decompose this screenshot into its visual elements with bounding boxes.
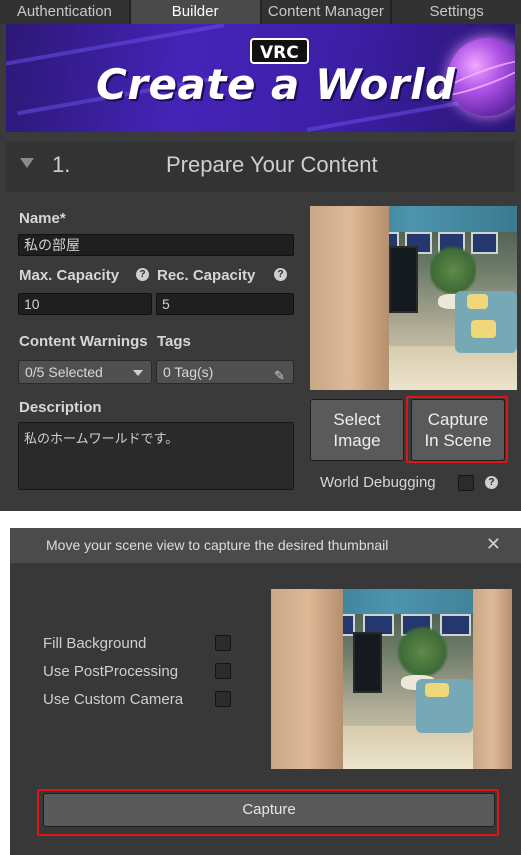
name-label: Name* <box>19 210 66 227</box>
name-field[interactable]: 私の部屋 <box>18 234 294 256</box>
dialog-title: Move your scene view to capture the desi… <box>46 537 389 553</box>
builder-panel: Authentication Builder Content Manager S… <box>0 0 521 511</box>
capture-dialog: Move your scene view to capture the desi… <box>10 528 521 855</box>
dialog-titlebar: Move your scene view to capture the desi… <box>10 528 521 563</box>
fill-background-checkbox[interactable] <box>215 635 231 651</box>
capture-in-scene-button[interactable]: Capture In Scene <box>411 399 505 461</box>
world-thumbnail <box>310 206 517 390</box>
help-icon[interactable]: ? <box>136 268 149 281</box>
pencil-icon[interactable]: ✎ <box>274 365 285 387</box>
create-world-banner: VRC Create a World <box>6 24 515 132</box>
help-icon[interactable]: ? <box>485 476 498 489</box>
capture-preview <box>271 589 512 769</box>
banner-title: Create a World <box>96 60 456 109</box>
section-number: 1. <box>52 152 71 177</box>
select-image-button[interactable]: Select Image <box>310 399 404 461</box>
use-custom-camera-label: Use Custom Camera <box>43 691 184 708</box>
fill-background-label: Fill Background <box>43 635 147 652</box>
world-debugging-checkbox[interactable] <box>458 475 474 491</box>
use-custom-camera-checkbox[interactable] <box>215 691 231 707</box>
section-header[interactable]: 1. Prepare Your Content <box>6 142 515 192</box>
description-label: Description <box>19 399 102 416</box>
close-icon[interactable]: ✕ <box>486 534 501 555</box>
description-field[interactable]: 私のホームワールドです。 <box>18 422 294 490</box>
help-icon[interactable]: ? <box>274 268 287 281</box>
caret-down-icon <box>133 370 143 376</box>
capture-button[interactable]: Capture <box>43 793 495 827</box>
tags-label: Tags <box>157 333 191 350</box>
rec-capacity-field[interactable]: 5 <box>156 293 294 315</box>
tab-builder[interactable]: Builder <box>130 0 262 24</box>
tab-settings[interactable]: Settings <box>392 0 521 24</box>
content-warnings-dropdown[interactable]: 0/5 Selected <box>18 360 152 384</box>
tab-authentication[interactable]: Authentication <box>0 0 131 24</box>
content-warnings-value: 0/5 Selected <box>25 364 103 380</box>
world-debugging-label: World Debugging <box>320 474 436 491</box>
use-postprocessing-label: Use PostProcessing <box>43 663 179 680</box>
rec-capacity-label: Rec. Capacity <box>157 267 256 284</box>
tags-dropdown[interactable]: 0 Tag(s) ✎ <box>156 360 294 384</box>
tab-bar: Authentication Builder Content Manager S… <box>0 0 521 24</box>
content-warnings-label: Content Warnings <box>19 333 148 350</box>
tab-content-manager[interactable]: Content Manager <box>261 0 393 24</box>
use-postprocessing-checkbox[interactable] <box>215 663 231 679</box>
max-capacity-label: Max. Capacity <box>19 267 120 284</box>
tags-value: 0 Tag(s) <box>163 364 214 380</box>
max-capacity-field[interactable]: 10 <box>18 293 152 315</box>
chevron-down-icon[interactable] <box>20 158 34 168</box>
section-title: Prepare Your Content <box>166 152 378 177</box>
